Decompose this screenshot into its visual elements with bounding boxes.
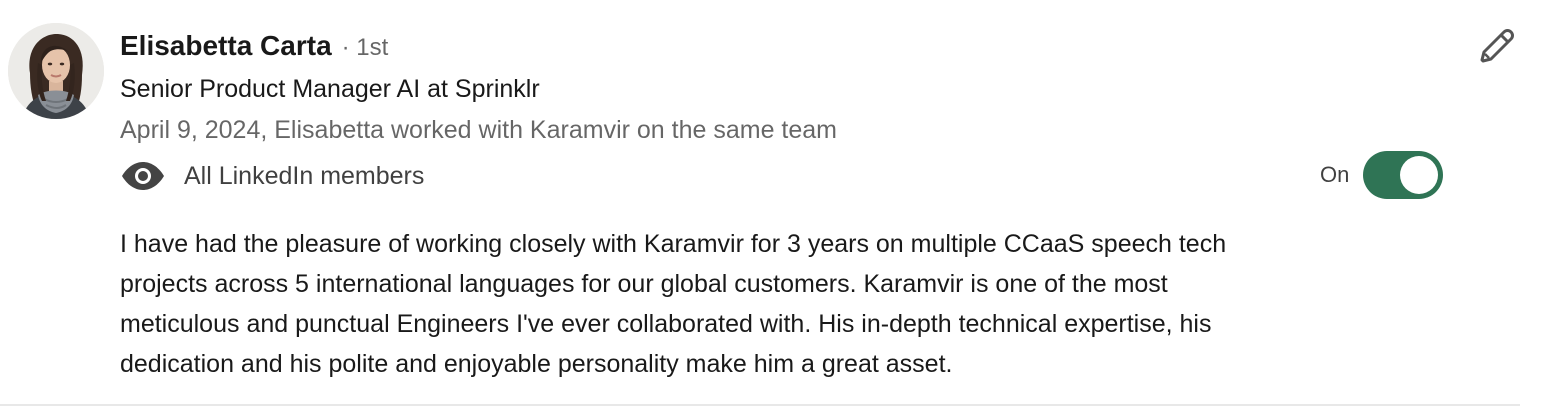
eye-icon — [120, 161, 166, 191]
recommendation-text-line: dedication and his polite and enjoyable … — [120, 350, 953, 378]
edit-button[interactable] — [1470, 22, 1522, 74]
recommendation-text-line: meticulous and punctual Engineers I've e… — [120, 310, 1212, 338]
toggle-knob — [1400, 156, 1439, 194]
recommendation-text: I have had the pleasure of working close… — [120, 224, 1420, 384]
visibility-toggle-group: On — [1320, 150, 1444, 200]
connection-degree: · 1st — [341, 34, 389, 61]
recommender-headline: Senior Product Manager AI at Sprinklr — [120, 75, 540, 103]
recommendation-meta: April 9, 2024, Elisabetta worked with Ka… — [120, 116, 838, 144]
toggle-state-label: On — [1320, 162, 1350, 187]
avatar-photo — [8, 23, 104, 119]
avatar[interactable] — [8, 23, 104, 119]
recommendation-text-line: projects across 5 international language… — [120, 270, 1168, 298]
divider — [0, 404, 1520, 406]
recommendation-text-line: I have had the pleasure of working close… — [120, 230, 1227, 258]
visibility-setting: All LinkedIn members — [120, 156, 424, 196]
recommendation-card: Elisabetta Carta · 1st Senior Product Ma… — [0, 0, 1548, 412]
pencil-icon — [1474, 24, 1518, 73]
recommender-name[interactable]: Elisabetta Carta — [120, 30, 332, 62]
name-line: Elisabetta Carta · 1st — [120, 30, 388, 66]
visibility-toggle[interactable] — [1363, 151, 1444, 199]
visibility-label: All LinkedIn members — [184, 161, 425, 190]
